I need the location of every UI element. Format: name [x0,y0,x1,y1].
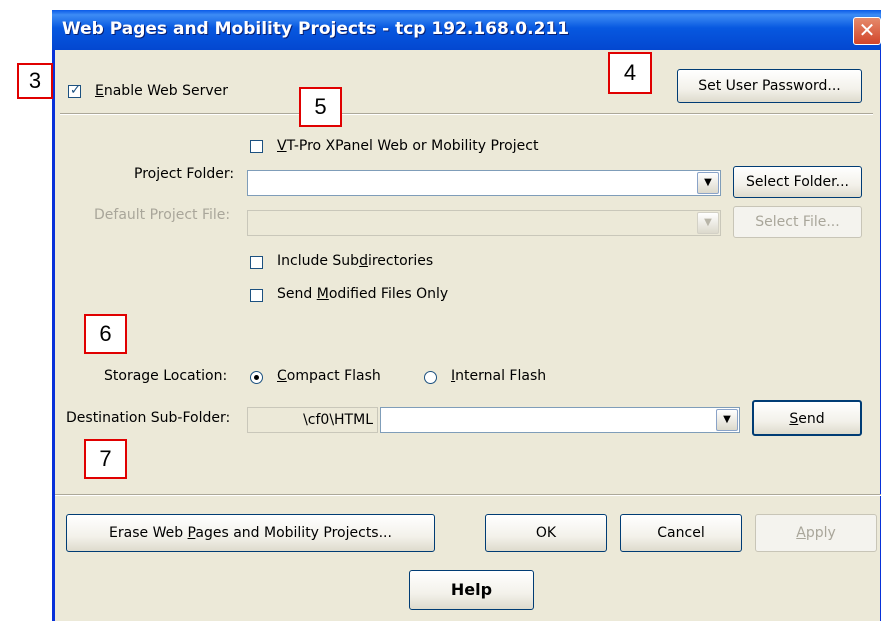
destination-subfolder-combobox[interactable]: ▼ [380,407,740,433]
project-folder-combobox[interactable]: ▼ [247,170,721,196]
vtpro-project-checkbox[interactable] [250,140,263,153]
send-modified-files-label[interactable]: Send Modified Files Only [277,286,448,302]
ok-button[interactable]: OK [485,514,607,552]
close-icon: ✕ [858,18,876,42]
destination-prefix-field: \cf0\HTML [247,407,378,433]
callout-4: 4 [608,52,652,94]
include-subdirectories-label[interactable]: Include Subdirectories [277,253,433,269]
select-file-button[interactable]: Select File... [733,206,862,238]
internal-flash-radio[interactable] [424,371,437,384]
storage-location-label: Storage Location: [104,368,228,384]
set-user-password-button[interactable]: Set User Password... [677,69,862,103]
default-project-file-combobox[interactable]: ▼ [247,210,721,236]
select-folder-button[interactable]: Select Folder... [733,166,862,198]
separator [60,113,873,115]
send-button[interactable]: Send [752,400,862,436]
chevron-down-icon[interactable]: ▼ [697,212,719,234]
checkmark-icon: ✓ [70,83,81,98]
help-button[interactable]: Help [409,570,534,610]
chevron-down-icon[interactable]: ▼ [697,172,719,194]
chevron-down-icon[interactable]: ▼ [716,409,738,431]
vtpro-project-label[interactable]: VT-Pro XPanel Web or Mobility Project [277,138,538,154]
destination-subfolder-label: Destination Sub-Folder: [66,410,231,426]
callout-5: 5 [299,87,342,127]
send-modified-files-checkbox[interactable] [250,289,263,302]
cancel-button[interactable]: Cancel [620,514,742,552]
project-folder-label: Project Folder: [134,166,235,182]
enable-web-server-checkbox[interactable]: ✓ [68,83,81,98]
callout-3: 3 [17,63,53,99]
include-subdirectories-checkbox[interactable] [250,256,263,269]
callout-7: 7 [84,439,127,479]
window-title: Web Pages and Mobility Projects - tcp 19… [62,19,570,39]
callout-6: 6 [84,314,127,354]
compact-flash-radio[interactable] [250,371,263,384]
compact-flash-label[interactable]: Compact Flash [277,368,381,384]
internal-flash-label[interactable]: Internal Flash [451,368,546,384]
close-button[interactable]: ✕ [853,17,881,45]
apply-button[interactable]: Apply [755,514,877,552]
default-project-file-label: Default Project File: [94,207,231,223]
enable-web-server-label[interactable]: Enable Web Server [95,83,228,99]
separator [55,494,881,496]
erase-web-pages-button[interactable]: Erase Web Pages and Mobility Projects... [66,514,435,552]
